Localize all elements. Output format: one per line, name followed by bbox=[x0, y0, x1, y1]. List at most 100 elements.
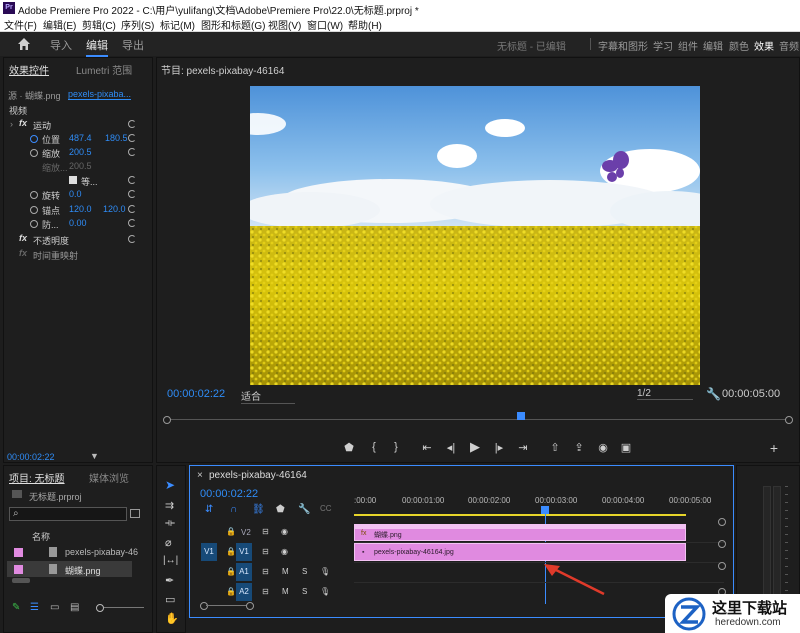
menu-clip[interactable]: 剪辑(C) bbox=[82, 17, 116, 32]
solo-button[interactable]: S bbox=[302, 567, 307, 576]
work-area-bar[interactable] bbox=[354, 514, 686, 516]
horizontal-scroll-start[interactable] bbox=[200, 602, 208, 610]
menu-view[interactable]: 视图(V) bbox=[268, 17, 301, 32]
position-x-value[interactable]: 487.4 bbox=[69, 133, 92, 143]
track-target-a1[interactable]: A1 bbox=[236, 563, 252, 581]
project-item[interactable]: pexels-pixabay-46 bbox=[7, 544, 138, 560]
timeline-timecode[interactable]: 00:00:02:22 bbox=[200, 488, 258, 500]
extract-icon[interactable]: ⇪ bbox=[572, 441, 586, 454]
source-patch-v1[interactable]: V1 bbox=[201, 543, 217, 561]
reset-icon[interactable] bbox=[128, 219, 136, 227]
anchor-y-value[interactable]: 120.0 bbox=[103, 204, 126, 214]
play-icon[interactable]: ▶ bbox=[468, 439, 482, 455]
selection-tool-icon[interactable]: ➤ bbox=[165, 478, 175, 492]
menu-help[interactable]: 帮助(H) bbox=[348, 17, 382, 32]
anti-flicker-value[interactable]: 0.00 bbox=[69, 218, 87, 228]
vertical-scroll-handle[interactable] bbox=[718, 562, 726, 570]
pencil-icon[interactable]: ✎ bbox=[12, 602, 20, 613]
menu-graphics[interactable]: 图形和标题(G) bbox=[201, 17, 265, 32]
lock-icon[interactable]: 🔒 bbox=[226, 567, 236, 576]
reset-icon[interactable] bbox=[128, 120, 136, 128]
hand-tool-icon[interactable]: ✋ bbox=[165, 612, 179, 625]
captions-icon[interactable]: CC bbox=[320, 504, 332, 513]
ws-captions[interactable]: 字幕和图形 bbox=[598, 38, 648, 53]
linked-selection-icon[interactable]: ⛓ bbox=[252, 504, 265, 515]
tab-import[interactable]: 导入 bbox=[50, 37, 72, 53]
tab-lumetri-scopes[interactable]: Lumetri 范围 bbox=[76, 62, 132, 77]
reset-icon[interactable] bbox=[128, 134, 136, 142]
timeline-sequence-tab[interactable]: pexels-pixabay-46164 bbox=[209, 470, 307, 481]
reset-icon[interactable] bbox=[128, 190, 136, 198]
slip-tool-icon[interactable]: |↔| bbox=[163, 555, 178, 566]
reset-icon[interactable] bbox=[128, 235, 136, 243]
stopwatch-icon[interactable] bbox=[30, 191, 38, 199]
chevron-down-icon[interactable]: › bbox=[10, 119, 13, 129]
ws-learn[interactable]: 学习 bbox=[653, 38, 673, 53]
menu-window[interactable]: 窗口(W) bbox=[307, 17, 343, 32]
stopwatch-icon[interactable] bbox=[30, 135, 38, 143]
scrub-bar[interactable] bbox=[165, 419, 789, 420]
home-icon[interactable] bbox=[17, 37, 31, 51]
scrub-start-handle[interactable] bbox=[163, 416, 171, 424]
tab-media-browser[interactable]: 媒体浏览 bbox=[89, 470, 129, 485]
timeline-clip-background[interactable]: ▪ pexels-pixabay-46164.jpg bbox=[354, 543, 686, 561]
pen-tool-icon[interactable]: ✒ bbox=[165, 574, 174, 587]
sync-lock-icon[interactable]: ⊟ bbox=[262, 567, 269, 576]
solo-button[interactable]: S bbox=[302, 587, 307, 596]
track-select-tool-icon[interactable]: ⇉ bbox=[165, 499, 174, 512]
uniform-scale-checkbox[interactable] bbox=[69, 176, 77, 184]
step-back-icon[interactable]: ◂| bbox=[444, 441, 458, 454]
reset-icon[interactable] bbox=[128, 148, 136, 156]
timeline-playhead-handle[interactable] bbox=[541, 506, 549, 514]
freeform-view-icon[interactable]: ▤ bbox=[70, 602, 79, 613]
go-to-out-icon[interactable]: ⇥ bbox=[516, 441, 530, 454]
scale-value[interactable]: 200.5 bbox=[69, 147, 92, 157]
track-label[interactable]: V2 bbox=[241, 528, 251, 537]
horizontal-scrollbar[interactable] bbox=[206, 605, 246, 606]
name-column-header[interactable]: 名称 bbox=[32, 530, 50, 543]
menu-file[interactable]: 文件(F) bbox=[4, 17, 37, 32]
vertical-scroll-handle[interactable] bbox=[718, 518, 726, 526]
vertical-scroll-handle[interactable] bbox=[718, 540, 726, 548]
anchor-x-value[interactable]: 120.0 bbox=[69, 204, 92, 214]
resolution-dropdown[interactable]: 1/2 bbox=[637, 388, 693, 400]
lift-icon[interactable]: ⇧ bbox=[548, 441, 562, 454]
filter-icon[interactable]: ▼ bbox=[90, 451, 99, 461]
close-icon[interactable]: × bbox=[197, 470, 203, 481]
step-forward-icon[interactable]: |▸ bbox=[492, 441, 506, 454]
program-timecode[interactable]: 00:00:02:22 bbox=[167, 388, 225, 400]
track-target-v1[interactable]: V1 bbox=[236, 543, 252, 561]
source-clip-label[interactable]: 源 · 蝴蝶.png bbox=[8, 89, 61, 102]
snap-magnet-icon[interactable]: ∩ bbox=[230, 504, 237, 515]
razor-tool-icon[interactable]: ⌀ bbox=[165, 536, 172, 549]
reset-icon[interactable] bbox=[128, 176, 136, 184]
timeline-ruler[interactable]: :00:00 00:00:01:00 00:00:02:00 00:00:03:… bbox=[354, 488, 724, 516]
microphone-icon[interactable]: 🎙 bbox=[320, 567, 330, 576]
effect-controls-timecode[interactable]: 00:00:02:22 bbox=[7, 452, 55, 462]
mute-button[interactable]: M bbox=[282, 587, 289, 596]
timeline-clip-butterfly[interactable]: fx 蝴蝶.png bbox=[354, 524, 686, 541]
position-y-value[interactable]: 180.5 bbox=[105, 133, 128, 143]
tab-project[interactable]: 项目: 无标题 bbox=[9, 470, 65, 485]
stopwatch-icon[interactable] bbox=[30, 206, 38, 214]
program-monitor-tab[interactable]: 节目: pexels-pixabay-46164 bbox=[161, 62, 284, 77]
rectangle-tool-icon[interactable]: ▭ bbox=[165, 593, 175, 606]
zoom-fit-dropdown[interactable]: 适合 bbox=[241, 388, 295, 404]
sync-lock-icon[interactable]: ⊟ bbox=[262, 587, 269, 596]
horizontal-scroll-end[interactable] bbox=[246, 602, 254, 610]
reset-icon[interactable] bbox=[128, 205, 136, 213]
tab-export[interactable]: 导出 bbox=[122, 37, 144, 53]
playhead-marker[interactable] bbox=[517, 412, 525, 420]
lock-icon[interactable]: 🔒 bbox=[226, 527, 236, 536]
zoom-slider-handle[interactable] bbox=[96, 604, 104, 612]
menu-edit[interactable]: 编辑(E) bbox=[43, 17, 76, 32]
mark-in-icon[interactable]: { bbox=[367, 441, 381, 453]
camera-icon[interactable]: ◉ bbox=[596, 441, 610, 454]
mark-out-icon[interactable]: } bbox=[389, 441, 403, 453]
go-to-in-icon[interactable]: ⇤ bbox=[420, 441, 434, 454]
ripple-edit-tool-icon[interactable]: ⟛ bbox=[165, 517, 175, 530]
ws-editing[interactable]: 编辑 bbox=[703, 38, 723, 53]
add-marker-icon[interactable]: ⬟ bbox=[276, 504, 285, 515]
project-item-selected[interactable]: 蝴蝶.png bbox=[7, 561, 132, 577]
settings-wrench-icon[interactable]: 🔧 bbox=[706, 387, 721, 401]
